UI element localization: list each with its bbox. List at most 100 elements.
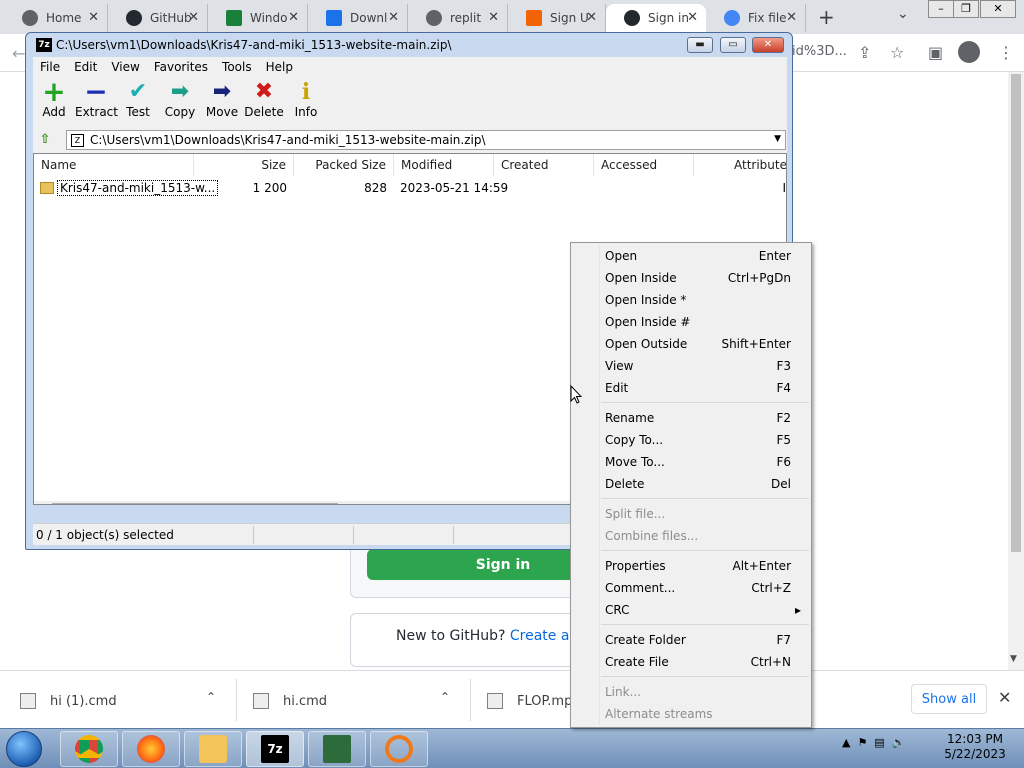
tab-downloads[interactable]: Downl ✕ [308,4,408,32]
close-window-button[interactable]: ✕ [980,0,1016,18]
star-icon[interactable]: ☆ [890,43,904,62]
window-title-bar[interactable]: 7z C:\Users\vm1\Downloads\Kris47-and-mik… [26,33,792,57]
close-button[interactable]: ✕ [752,37,784,53]
minimize-button[interactable]: – [928,0,954,18]
download-item[interactable]: FLOP.mp4 [487,689,581,713]
page-scrollbar[interactable] [1008,72,1024,670]
context-menu-item[interactable]: Rename F2 [571,407,811,429]
menu-item-label: View [605,359,634,373]
download-item[interactable]: hi (1).cmd [20,689,117,713]
close-icon[interactable]: ✕ [88,10,99,25]
taskbar-task-manager[interactable] [308,731,366,767]
menu-help[interactable]: Help [259,60,300,74]
taskbar-7zip[interactable]: 7z [246,731,304,767]
column-modified[interactable]: Modified [394,154,494,176]
move-button[interactable]: ➡ Move [201,79,243,119]
context-menu-item[interactable]: CRC ▸ [571,599,811,621]
close-icon[interactable]: ✕ [188,10,199,25]
path-combobox[interactable]: Z C:\Users\vm1\Downloads\Kris47-and-miki… [66,130,786,150]
mouse-cursor-icon [570,384,583,408]
taskbar-explorer[interactable] [184,731,242,767]
column-attribute[interactable]: Attribute [694,154,786,176]
tab-home[interactable]: Home ✕ [4,4,108,32]
table-row[interactable]: Kris47-and-miki_1513-w... [40,180,219,196]
archive-icon: Z [71,133,84,147]
chevron-up-icon[interactable]: ⌃ [206,690,216,704]
column-size[interactable]: Size [194,154,294,176]
menu-file[interactable]: File [33,60,67,74]
tab-signin[interactable]: Sign in ✕ [606,4,706,32]
context-menu-item[interactable]: Open Enter [571,245,811,267]
column-name[interactable]: Name [34,154,194,176]
menu-view[interactable]: View [104,60,146,74]
context-menu-item[interactable]: Open Inside Ctrl+PgDn [571,267,811,289]
tab-windows[interactable]: Windo ✕ [208,4,308,32]
context-menu-item[interactable]: Delete Del [571,473,811,495]
context-menu-item[interactable]: Create File Ctrl+N [571,651,811,673]
taskbar-firefox[interactable] [122,731,180,767]
chevron-up-icon[interactable]: ⌃ [440,690,450,704]
address-bar[interactable]: id%3D... [792,44,847,59]
restore-button[interactable]: ❐ [953,0,979,18]
avatar[interactable] [958,41,980,63]
close-icon[interactable]: ✕ [998,688,1011,707]
start-button[interactable] [6,731,42,767]
system-tray[interactable]: ▲ ⚑ ▤ 🔈 [842,736,905,749]
menu-favorites[interactable]: Favorites [147,60,215,74]
taskbar-chrome[interactable] [60,731,118,767]
menu-item-label: Comment... [605,581,676,595]
tab-github[interactable]: GitHub ✕ [108,4,208,32]
context-menu-item[interactable]: Comment... Ctrl+Z [571,577,811,599]
taskbar-search[interactable] [370,731,428,767]
selection-status: 0 / 1 object(s) selected [36,527,174,542]
context-menu-item[interactable]: Copy To... F5 [571,429,811,451]
column-packed-size[interactable]: Packed Size [294,154,394,176]
scroll-down-icon[interactable]: ▼ [1010,654,1017,664]
menu-item-label: Open Inside * [605,293,687,307]
download-item[interactable]: hi.cmd [253,689,327,713]
back-arrow-icon[interactable]: ← [12,44,25,63]
context-menu-item[interactable]: Open Outside Shift+Enter [571,333,811,355]
column-created[interactable]: Created [494,154,594,176]
delete-button[interactable]: ✖ Delete [243,79,285,119]
copy-button[interactable]: ➡ Copy [159,79,201,119]
menu-tools[interactable]: Tools [215,60,259,74]
more-menu-icon[interactable]: ⋮ [998,43,1014,62]
maximize-button[interactable]: ▭ [720,37,746,53]
extract-button[interactable]: − Extract [75,78,118,120]
close-icon[interactable]: ✕ [687,10,698,25]
info-button[interactable]: i Info [285,79,327,119]
chevron-down-icon[interactable]: ⌄ [897,6,909,22]
context-menu-item[interactable]: Create Folder F7 [571,629,811,651]
close-icon[interactable]: ✕ [488,10,499,25]
menu-edit[interactable]: Edit [67,60,104,74]
context-menu-item[interactable]: Move To... F6 [571,451,811,473]
share-icon[interactable]: ⇪ [858,43,871,62]
chevron-down-icon[interactable]: ▼ [774,134,781,144]
file-icon [253,693,269,709]
side-panel-icon[interactable]: ▣ [928,43,943,62]
tab-replit[interactable]: replit ✕ [408,4,508,32]
close-icon[interactable]: ✕ [786,10,797,25]
context-menu-item[interactable]: Open Inside * [571,289,811,311]
close-icon[interactable]: ✕ [388,10,399,25]
column-accessed[interactable]: Accessed [594,154,694,176]
clock[interactable]: 12:03 PM 5/22/2023 [940,732,1010,762]
scroll-left-icon[interactable]: ◀ [39,504,45,505]
context-menu-item[interactable]: View F3 [571,355,811,377]
tab-fix-file[interactable]: Fix file ✕ [706,4,806,32]
show-all-button[interactable]: Show all [911,684,987,714]
context-menu-item[interactable]: Properties Alt+Enter [571,555,811,577]
close-icon[interactable]: ✕ [288,10,299,25]
scroll-thumb[interactable] [52,503,338,504]
close-icon[interactable]: ✕ [586,10,597,25]
context-menu-item[interactable]: Open Inside # [571,311,811,333]
test-button[interactable]: ✔ Test [117,79,159,119]
tab-signup[interactable]: Sign U ✕ [508,4,606,32]
minimize-button[interactable]: ▬ [687,37,713,53]
context-menu-item[interactable]: Edit F4 [571,377,811,399]
folder-up-icon[interactable]: ⇧ [36,131,54,149]
new-tab-button[interactable]: + [818,5,835,29]
add-button[interactable]: + Add [33,78,75,120]
arrow-right-icon: ➡ [170,79,190,104]
